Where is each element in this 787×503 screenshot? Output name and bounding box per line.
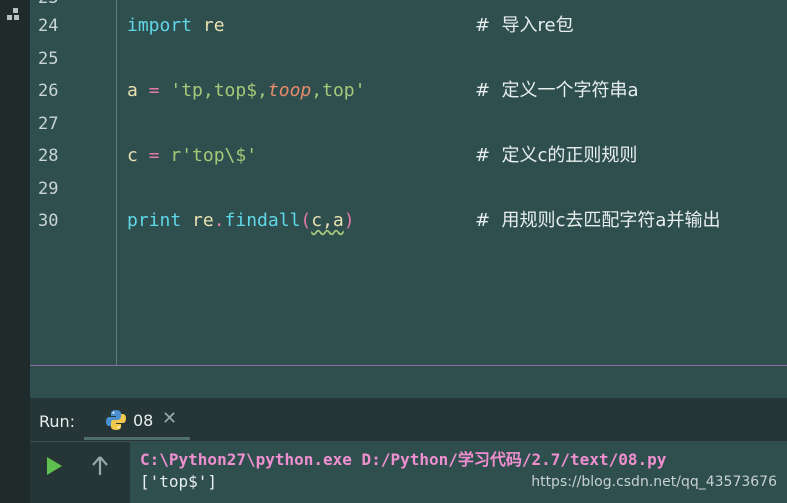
code-line-26[interactable]: 26 a = 'tp,top$,toop,top' # 定义一个字符串a [30, 79, 787, 103]
assign-operator: = [137, 145, 171, 166]
code-line-24[interactable]: 24 import re # 导入re包 [30, 14, 787, 38]
close-paren: ) [343, 210, 355, 231]
play-icon[interactable] [44, 454, 64, 478]
tool-window-strip [0, 0, 30, 503]
code-line-27[interactable]: 27 [30, 112, 787, 136]
run-tab-label: 08 [133, 411, 154, 430]
console-command-line: C:\Python27\python.exe D:/Python/学习代码/2.… [140, 450, 667, 469]
up-arrow-icon[interactable] [90, 454, 110, 478]
console-result-line: ['top$'] [140, 472, 218, 491]
line-number: 24 [38, 16, 59, 36]
editor-panel-divider[interactable] [30, 365, 787, 366]
python-icon [106, 410, 126, 430]
module-name: re [192, 15, 225, 36]
code-text[interactable]: a = 'tp,top$,toop,top' [127, 79, 365, 103]
code-line-30[interactable]: 30 print re.findall(c,a) # 用规则c去匹配字符a并输出 [30, 209, 787, 233]
run-toolbar [30, 442, 130, 503]
keyword-print: print [127, 210, 182, 231]
line-number: 27 [38, 114, 59, 134]
code-line-28[interactable]: 28 c = r'top\$' # 定义c的正则规则 [30, 144, 787, 168]
run-panel-label: Run: [39, 412, 76, 431]
run-tab-08[interactable]: 08 ✕ [84, 398, 190, 440]
active-tab-indicator [84, 437, 190, 440]
line-number: 25 [38, 49, 59, 69]
run-console-output[interactable]: C:\Python27\python.exe D:/Python/学习代码/2.… [130, 442, 787, 503]
code-comment: # 定义c的正则规则 [475, 145, 638, 166]
code-line-25[interactable]: 25 [30, 47, 787, 71]
line-number: 28 [38, 146, 59, 166]
line-number: 23 [38, 0, 78, 10]
function-arguments: c,a [311, 210, 344, 231]
code-comment: # 导入re包 [475, 15, 574, 36]
line-number: 29 [38, 179, 59, 199]
code-line-23: 23 [30, 0, 787, 10]
run-panel-header: Run: 08 ✕ [30, 398, 787, 442]
function-name: findall [224, 210, 301, 231]
structure-icon[interactable] [7, 8, 23, 22]
watermark-text: https://blog.csdn.net/qq_43573676 [531, 474, 777, 490]
code-text[interactable]: import re [127, 14, 225, 38]
close-icon[interactable]: ✕ [162, 408, 177, 429]
open-paren: ( [300, 210, 312, 231]
string-literal-part: 'tp,top$, [170, 80, 268, 101]
code-text[interactable]: print re.findall(c,a) [127, 209, 355, 233]
code-comment: # 用规则c去匹配字符a并输出 [475, 210, 721, 231]
variable-name: c [127, 145, 138, 166]
dot-operator: . [213, 210, 225, 231]
code-comment: # 定义一个字符串a [475, 80, 639, 101]
assign-operator: = [137, 80, 171, 101]
raw-string-literal: r'top\$' [170, 145, 258, 166]
variable-name: a [127, 80, 138, 101]
module-name: re [181, 210, 214, 231]
string-literal-part: ,top' [311, 80, 366, 101]
line-number: 30 [38, 211, 59, 231]
code-text[interactable]: c = r'top\$' [127, 144, 257, 168]
keyword-import: import [127, 15, 193, 36]
code-editor[interactable]: 23 24 import re # 导入re包 25 26 a = 'tp,to… [30, 0, 787, 366]
line-number: 26 [38, 81, 59, 101]
code-line-29[interactable]: 29 [30, 177, 787, 201]
string-literal-highlight: toop [267, 80, 312, 101]
